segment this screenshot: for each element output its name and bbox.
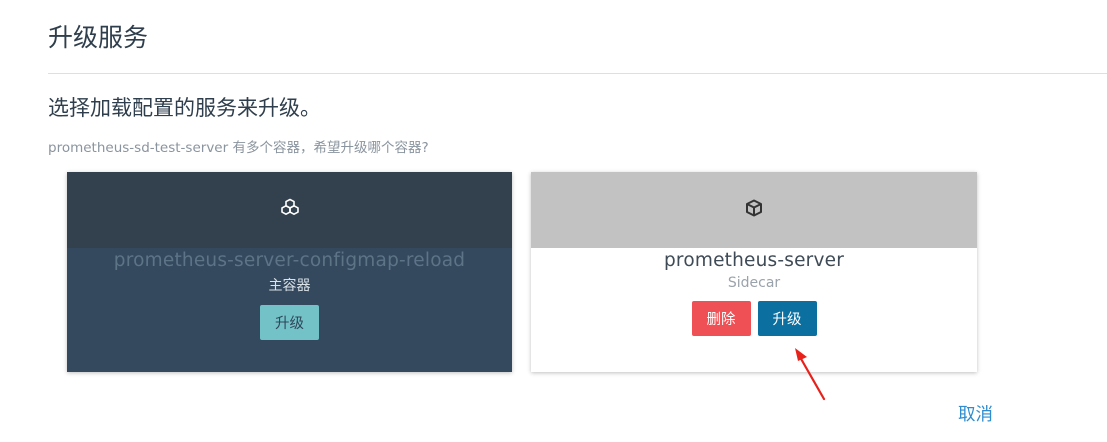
container-role: 主容器 xyxy=(268,278,311,294)
section-description: prometheus-sd-test-server 有多个容器，希望升级哪个容器… xyxy=(48,140,429,156)
container-name: prometheus-server xyxy=(663,250,845,271)
container-card-main: prometheus-server-configmap-reload 主容器 升… xyxy=(67,172,512,372)
card-header xyxy=(67,172,512,248)
upgrade-button[interactable]: 升级 xyxy=(260,305,319,340)
annotation-arrow-icon xyxy=(795,348,826,401)
cubes-icon xyxy=(280,198,300,222)
cube-icon xyxy=(745,199,763,221)
page-title: 升级服务 xyxy=(48,23,149,52)
container-card-sidecar: prometheus-server Sidecar 删除 升级 xyxy=(531,172,977,372)
container-name: prometheus-server-configmap-reload xyxy=(113,250,466,271)
section-title: 选择加载配置的服务来升级。 xyxy=(48,96,321,120)
delete-button[interactable]: 删除 xyxy=(691,301,751,336)
card-header xyxy=(531,172,977,248)
header-divider xyxy=(48,73,1107,74)
upgrade-button[interactable]: 升级 xyxy=(757,301,817,336)
cancel-link[interactable]: 取消 xyxy=(958,401,993,426)
container-role: Sidecar xyxy=(727,275,781,291)
